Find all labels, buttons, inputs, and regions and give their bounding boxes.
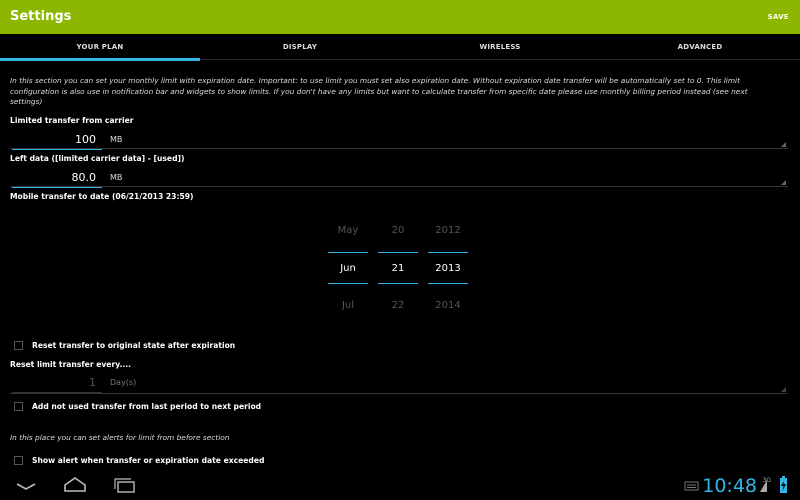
- day-divider-top: [378, 252, 418, 253]
- reset-every-unit: Day(s): [110, 378, 137, 387]
- tab-label: DISPLAY: [282, 43, 318, 51]
- alerts-hint: In this place you can set alerts for lim…: [10, 433, 230, 442]
- show-alert-label: Show alert when transfer or expiration d…: [32, 456, 265, 465]
- limited-transfer-input[interactable]: 100: [12, 130, 102, 150]
- tab-your-plan[interactable]: YOUR PLAN: [0, 34, 200, 61]
- month-divider-top: [328, 252, 368, 253]
- recent-apps-icon[interactable]: [112, 472, 138, 500]
- back-icon[interactable]: [14, 472, 38, 500]
- limited-transfer-underline: [10, 148, 788, 149]
- year-prev[interactable]: 2012: [428, 225, 468, 236]
- show-alert-checkbox[interactable]: [14, 456, 23, 465]
- month-current[interactable]: Jun: [328, 263, 368, 274]
- day-current[interactable]: 21: [378, 263, 418, 274]
- year-next[interactable]: 2014: [428, 300, 468, 311]
- left-data-unit: MB: [110, 173, 123, 182]
- reset-every-input[interactable]: 1: [12, 373, 102, 393]
- year-divider-bottom: [428, 283, 468, 284]
- reset-every-label: Reset limit transfer every....: [10, 360, 131, 369]
- left-data-label: Left data ([limited carrier data] - [use…: [10, 154, 185, 163]
- tab-label: YOUR PLAN: [76, 43, 124, 51]
- month-next[interactable]: Jul: [328, 300, 368, 311]
- day-divider-bottom: [378, 283, 418, 284]
- tab-advanced[interactable]: ADVANCED: [600, 34, 800, 60]
- save-button[interactable]: SAVE: [768, 13, 789, 21]
- tab-wireless[interactable]: WIRELESS: [400, 34, 600, 60]
- day-prev[interactable]: 20: [378, 225, 418, 236]
- left-data-input[interactable]: 80.0: [12, 168, 102, 188]
- year-divider-top: [428, 252, 468, 253]
- clock: 10:48: [702, 475, 757, 497]
- field-corner-icon: [781, 142, 786, 147]
- month-divider-bottom: [328, 283, 368, 284]
- reset-transfer-checkbox[interactable]: [14, 341, 23, 350]
- mobile-transfer-date-label: Mobile transfer to date (06/21/2013 23:5…: [10, 192, 194, 201]
- year-current[interactable]: 2013: [428, 263, 468, 274]
- day-next[interactable]: 22: [378, 300, 418, 311]
- signal-icon: [760, 480, 767, 492]
- tab-bar: YOUR PLAN DISPLAY WIRELESS ADVANCED: [0, 34, 800, 61]
- left-data-underline: [10, 186, 788, 187]
- reset-every-underline: [10, 393, 788, 394]
- reset-transfer-label: Reset transfer to original state after e…: [32, 341, 236, 350]
- add-unused-label: Add not used transfer from last period t…: [32, 402, 262, 411]
- home-icon[interactable]: [62, 472, 88, 500]
- action-bar: Settings SAVE: [0, 0, 800, 34]
- tab-label: ADVANCED: [677, 43, 723, 51]
- field-corner-icon: [781, 180, 786, 185]
- tab-label: WIRELESS: [479, 43, 521, 51]
- tab-display[interactable]: DISPLAY: [200, 34, 400, 60]
- keyboard-icon: [684, 481, 699, 491]
- add-unused-checkbox[interactable]: [14, 402, 23, 411]
- page-title: Settings: [10, 9, 72, 24]
- limited-transfer-unit: MB: [110, 135, 123, 144]
- field-corner-icon: [781, 387, 786, 392]
- month-prev[interactable]: May: [328, 225, 368, 236]
- battery-charging-icon: [780, 476, 787, 493]
- limited-transfer-label: Limited transfer from carrier: [10, 116, 134, 125]
- system-navigation-bar: 10:48 3G: [0, 472, 800, 500]
- tab-selected-indicator: [0, 58, 200, 61]
- intro-text: In this section you can set your monthly…: [10, 76, 748, 106]
